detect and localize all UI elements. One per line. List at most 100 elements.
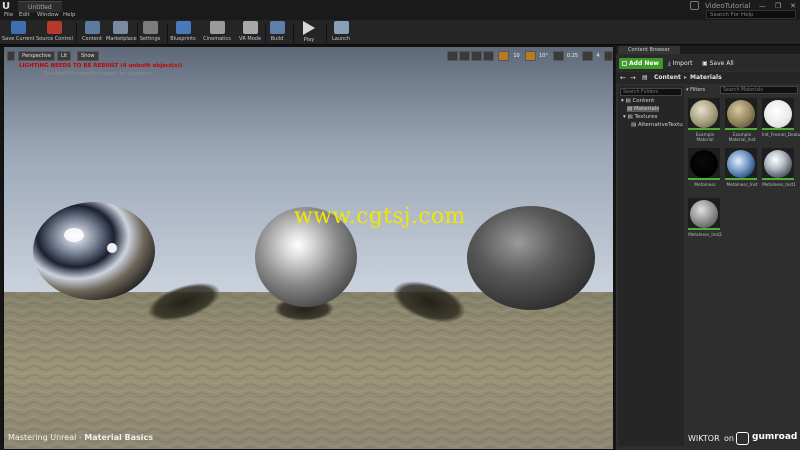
lighting-warning: LIGHTING NEEDS TO BE REBUILT (4 unbuilt … bbox=[19, 63, 183, 69]
marketplace-label: Marketplace bbox=[106, 36, 137, 42]
branding-on: on bbox=[724, 434, 734, 443]
filters-label: Filters bbox=[690, 87, 706, 93]
course-caption: Mastering Unreal - Material Basics bbox=[8, 433, 153, 442]
course-prefix: Mastering Unreal - bbox=[8, 433, 85, 442]
build-icon bbox=[269, 21, 285, 34]
camera-speed-icon[interactable] bbox=[582, 51, 593, 61]
tree-item-alternative-textures[interactable]: ▤ AlternativeTextu bbox=[631, 122, 683, 128]
menu-file[interactable]: File bbox=[4, 12, 13, 19]
grid-snap-value[interactable]: 10 bbox=[510, 51, 523, 61]
folder-path-icon[interactable]: ▤ bbox=[642, 72, 648, 84]
forward-arrow-icon[interactable]: → bbox=[630, 72, 636, 84]
cinematics-button[interactable]: Cinematics bbox=[203, 21, 231, 45]
scale-snap-icon[interactable] bbox=[553, 51, 564, 61]
vr-mode-label: VR Mode bbox=[238, 36, 262, 42]
asset-tile[interactable]: Example Material bbox=[688, 98, 722, 142]
vr-mode-icon bbox=[242, 21, 258, 34]
asset-tile[interactable]: Init_Fresnel_Deaturation bbox=[762, 98, 800, 137]
toolbar-divider bbox=[76, 23, 77, 43]
course-title: Material Basics bbox=[84, 433, 154, 442]
marketplace-button[interactable]: Marketplace bbox=[106, 21, 137, 45]
add-new-button[interactable]: Add New bbox=[619, 58, 663, 69]
settings-label: Settings bbox=[139, 36, 161, 42]
translate-tool-icon[interactable] bbox=[447, 51, 458, 61]
asset-name: Metalness_Inst bbox=[726, 182, 758, 187]
play-label: Play bbox=[303, 37, 315, 43]
perspective-button[interactable]: Perspective bbox=[18, 51, 55, 61]
content-icon bbox=[84, 21, 100, 34]
level-viewport[interactable]: Perspective Lit Show 10 10° 0.25 4 LIGHT… bbox=[3, 46, 614, 450]
lit-button[interactable]: Lit bbox=[57, 51, 72, 61]
scene-render[interactable] bbox=[4, 47, 614, 450]
show-button[interactable]: Show bbox=[77, 51, 99, 61]
gumroad-wordmark: gumroad bbox=[752, 432, 798, 442]
menu-edit[interactable]: Edit bbox=[19, 12, 30, 19]
world-space-icon[interactable] bbox=[483, 51, 494, 61]
source-control-icon bbox=[46, 21, 62, 34]
viewport-options-icon[interactable] bbox=[7, 51, 15, 61]
folder-tree: Search Folders ▾ ▤ Content ▤ Materials ▾… bbox=[618, 86, 684, 446]
asset-tile[interactable]: Metalness_Inst2 bbox=[688, 198, 722, 237]
save-current-button[interactable]: Save Current bbox=[2, 21, 35, 45]
asset-tile[interactable]: Metalness_Inst bbox=[725, 148, 759, 187]
content-path-bar: ← → ▤ Content ▸ Materials bbox=[616, 72, 800, 84]
search-help-input[interactable]: Search For Help bbox=[706, 10, 796, 19]
settings-button[interactable]: Settings bbox=[138, 21, 162, 45]
unreal-editor-window: U Untitled VideoTutorial — ❐ ✕ File Edit… bbox=[0, 0, 800, 450]
save-all-button[interactable]: ▣ Save All bbox=[702, 58, 734, 69]
blueprints-button[interactable]: Blueprints bbox=[169, 21, 197, 45]
author-name: WIKTOR bbox=[688, 434, 720, 443]
asset-thumbnail bbox=[762, 98, 794, 130]
maximize-viewport-icon[interactable] bbox=[604, 51, 613, 61]
launch-icon bbox=[333, 21, 349, 34]
back-arrow-icon[interactable]: ← bbox=[620, 72, 626, 84]
breadcrumb-content[interactable]: Content bbox=[654, 72, 681, 84]
tree-item-textures[interactable]: ▾ ▤ Textures bbox=[623, 114, 657, 120]
tree-item-label: Materials bbox=[633, 106, 660, 112]
menu-window[interactable]: Window bbox=[37, 12, 59, 19]
asset-thumbnail bbox=[688, 198, 720, 230]
grid-snap-icon[interactable] bbox=[498, 51, 509, 61]
launch-button[interactable]: Launch bbox=[330, 21, 352, 45]
tree-item-label: Content bbox=[632, 98, 655, 104]
rotate-tool-icon[interactable] bbox=[459, 51, 470, 61]
unreal-logo-icon: U bbox=[2, 1, 11, 12]
content-button[interactable]: Content bbox=[80, 21, 104, 45]
scale-tool-icon[interactable] bbox=[471, 51, 482, 61]
rotation-snap-value[interactable]: 10° bbox=[537, 51, 550, 61]
toolbar-divider bbox=[293, 23, 294, 43]
camera-speed-value[interactable]: 4 bbox=[594, 51, 602, 61]
content-browser-tab[interactable]: Content Browser bbox=[618, 46, 680, 54]
import-button[interactable]: ⤓ Import bbox=[668, 58, 692, 69]
breadcrumb-materials[interactable]: Materials bbox=[690, 72, 722, 84]
asset-name: Example Material_Inst bbox=[728, 132, 756, 142]
content-browser-tab-strip: Content Browser bbox=[616, 46, 800, 54]
search-folders-input[interactable]: Search Folders bbox=[620, 88, 682, 96]
play-button[interactable]: Play bbox=[298, 21, 320, 45]
asset-name: Metalness_Inst2 bbox=[688, 232, 722, 237]
main-toolbar: Save Current Source Control Content Mark… bbox=[0, 20, 800, 45]
import-label: Import bbox=[672, 60, 693, 67]
tree-item-content[interactable]: ▾ ▤ Content bbox=[621, 98, 654, 104]
cinematics-icon bbox=[209, 21, 225, 34]
source-control-button[interactable]: Source Control bbox=[36, 21, 73, 45]
notification-icon[interactable] bbox=[690, 1, 699, 10]
rotation-snap-icon[interactable] bbox=[525, 51, 536, 61]
tree-item-label: Textures bbox=[634, 114, 658, 120]
search-materials-input[interactable]: Search Materials bbox=[720, 86, 798, 94]
level-tab[interactable]: Untitled bbox=[18, 1, 62, 12]
toolbar-divider bbox=[265, 23, 266, 43]
vr-mode-button[interactable]: VR Mode bbox=[237, 21, 263, 45]
asset-tile[interactable]: Example Material_Inst bbox=[725, 98, 759, 142]
menu-help[interactable]: Help bbox=[63, 12, 76, 19]
tree-item-materials[interactable]: ▤ Materials bbox=[627, 106, 660, 112]
asset-tile[interactable]: Metalness bbox=[688, 148, 722, 187]
cinematics-label: Cinematics bbox=[203, 36, 231, 42]
watermark-text: www.cgtsj.com bbox=[294, 204, 466, 229]
filters-button[interactable]: ▾ Filters bbox=[686, 86, 705, 94]
build-button[interactable]: Build bbox=[267, 21, 287, 45]
asset-tile[interactable]: Metalness_Inst1 bbox=[762, 148, 796, 187]
gumroad-logo-icon bbox=[736, 432, 749, 445]
scale-snap-value[interactable]: 0.25 bbox=[565, 51, 580, 61]
content-label: Content bbox=[82, 36, 102, 42]
